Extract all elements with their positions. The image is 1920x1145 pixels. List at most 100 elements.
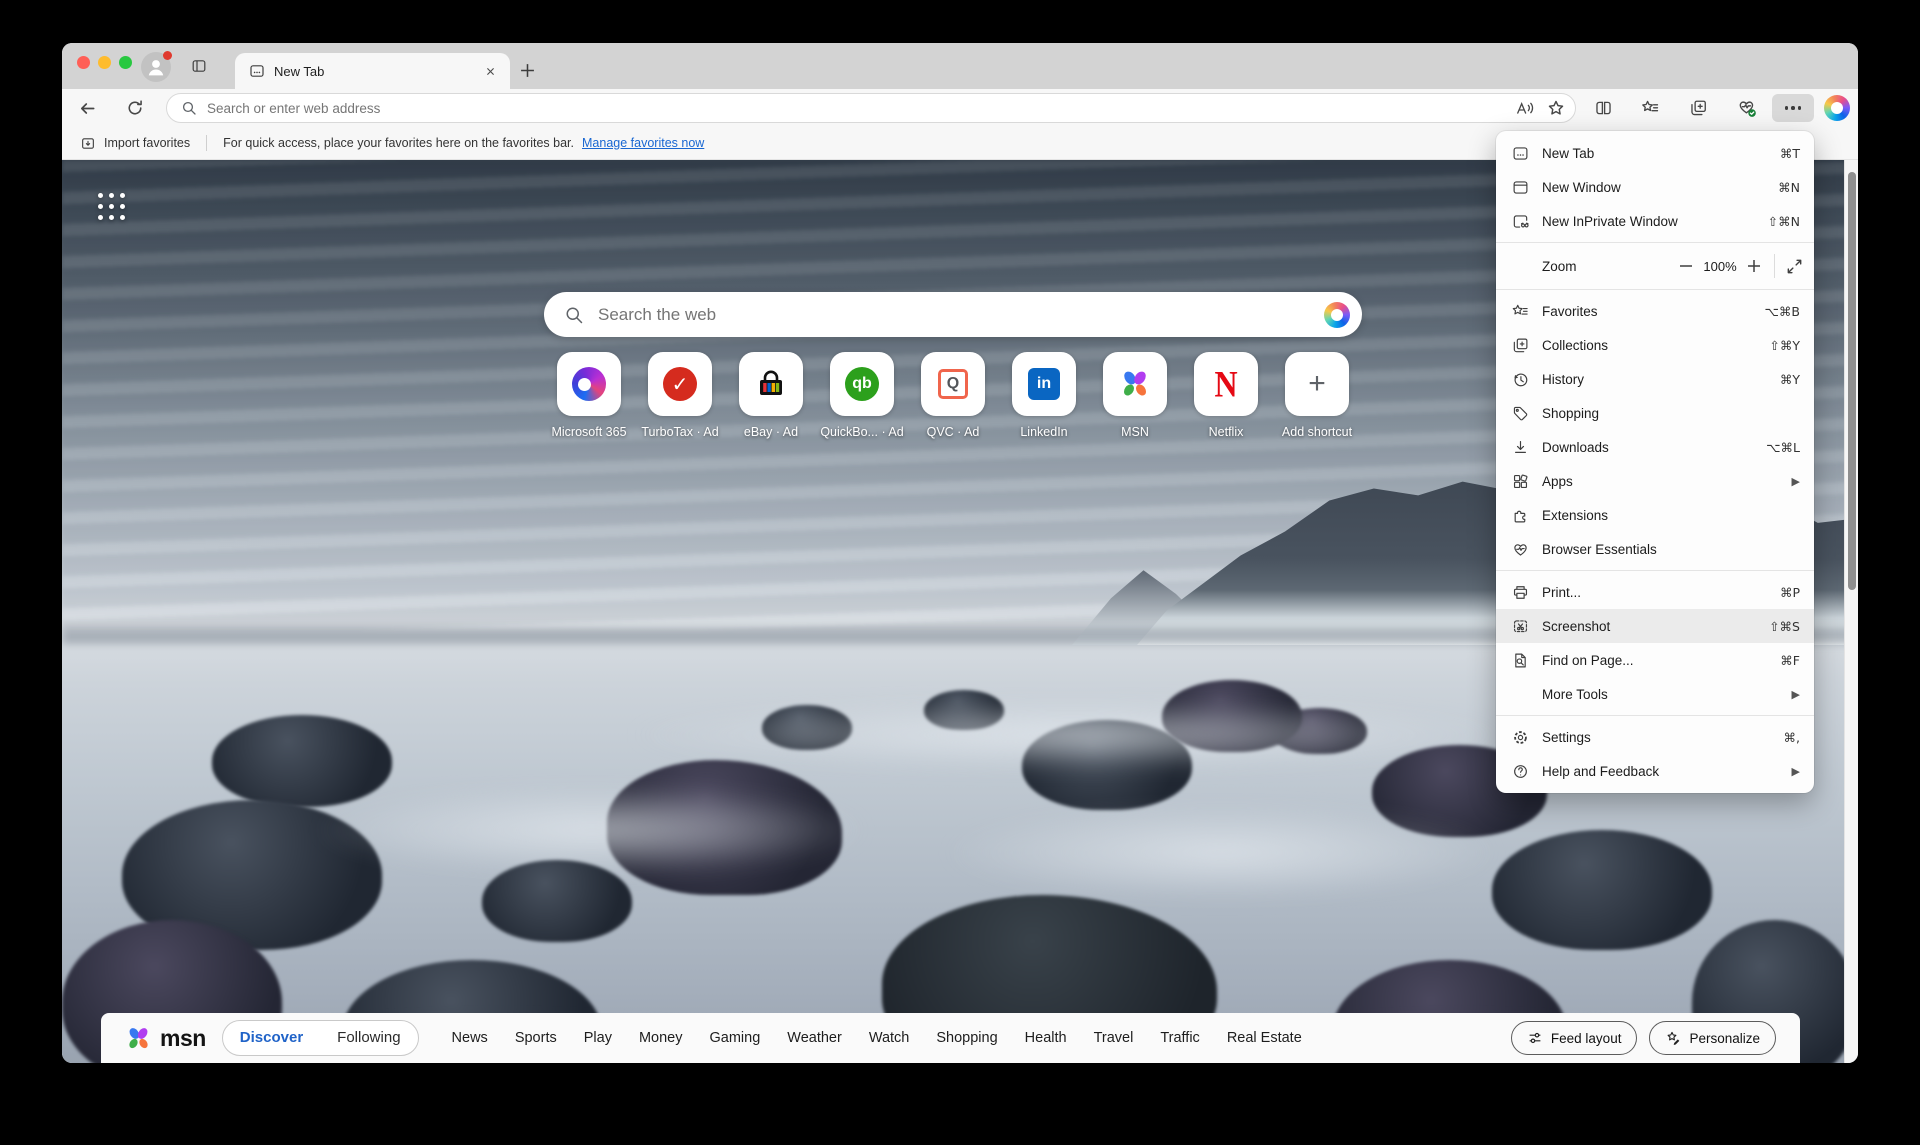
history-icon: [1511, 371, 1529, 388]
address-input[interactable]: [207, 101, 1515, 116]
menu-item-browser-essentials[interactable]: Browser Essentials: [1496, 532, 1814, 566]
shortcut-quickbooks[interactable]: qb QuickBo... · Ad: [830, 352, 894, 439]
copilot-icon[interactable]: [1824, 95, 1850, 121]
shortcut-turbotax[interactable]: ✓ TurboTax · Ad: [648, 352, 712, 439]
nav-watch[interactable]: Watch: [869, 1030, 910, 1046]
menu-item-label: Extensions: [1542, 508, 1800, 523]
feed-layout-button[interactable]: Feed layout: [1511, 1021, 1638, 1055]
menu-item-shortcut: ⇧⌘S: [1769, 619, 1800, 634]
qvc-icon: Q: [938, 369, 968, 399]
menu-item-label: Downloads: [1542, 440, 1766, 455]
menu-item-shopping[interactable]: Shopping: [1496, 396, 1814, 430]
menu-item-help-and-feedback[interactable]: Help and Feedback ▶: [1496, 754, 1814, 788]
nav-news[interactable]: News: [452, 1030, 488, 1046]
menu-item-apps[interactable]: Apps ▶: [1496, 464, 1814, 498]
shortcut-label: eBay · Ad: [744, 425, 798, 439]
browser-essentials-icon[interactable]: [1735, 96, 1759, 120]
background-photo: [942, 805, 1502, 900]
nav-gaming[interactable]: Gaming: [709, 1030, 760, 1046]
menu-item-history[interactable]: History ⌘Y: [1496, 362, 1814, 396]
menu-item-label: Apps: [1542, 474, 1792, 489]
scrollbar[interactable]: [1844, 160, 1858, 1063]
nav-real-estate[interactable]: Real Estate: [1227, 1030, 1302, 1046]
close-icon: [485, 66, 496, 77]
menu-item-screenshot[interactable]: Screenshot ⇧⌘S: [1496, 609, 1814, 643]
shortcut-label: Microsoft 365: [551, 425, 626, 439]
menu-item-collections[interactable]: Collections ⇧⌘Y: [1496, 328, 1814, 362]
tab-close-button[interactable]: [480, 61, 500, 81]
extensions-icon: [1511, 507, 1529, 524]
shortcut-label: Add shortcut: [1282, 425, 1352, 439]
macos-close-button[interactable]: [77, 56, 90, 69]
nav-travel[interactable]: Travel: [1094, 1030, 1134, 1046]
favorites-icon[interactable]: [1638, 96, 1662, 120]
workspaces-icon[interactable]: [190, 58, 208, 74]
shopping-tag-icon: [1511, 405, 1529, 422]
web-search-input[interactable]: [598, 305, 1324, 325]
tab-new-tab[interactable]: New Tab: [235, 53, 510, 89]
add-favorite-icon[interactable]: [1547, 99, 1565, 117]
new-tab-button[interactable]: [518, 61, 537, 80]
tab-discover[interactable]: Discover: [223, 1021, 320, 1055]
manage-favorites-link[interactable]: Manage favorites now: [582, 136, 704, 150]
shortcut-microsoft-365[interactable]: Microsoft 365: [557, 352, 621, 439]
shortcut-linkedin[interactable]: in LinkedIn: [1012, 352, 1076, 439]
msn-logo[interactable]: msn: [125, 1025, 206, 1052]
shortcut-label: TurboTax · Ad: [641, 425, 718, 439]
scrollbar-thumb[interactable]: [1848, 172, 1856, 590]
menu-item-find-on-page[interactable]: Find on Page... ⌘F: [1496, 643, 1814, 677]
split-screen-icon[interactable]: [1591, 96, 1615, 120]
quick-links: Microsoft 365 ✓ TurboTax · Ad: [557, 352, 1349, 439]
import-favorites-label: Import favorites: [104, 136, 190, 150]
macos-minimize-button[interactable]: [98, 56, 111, 69]
refresh-button[interactable]: [123, 96, 147, 120]
menu-item-new-window[interactable]: New Window ⌘N: [1496, 170, 1814, 204]
shortcut-label: Netflix: [1209, 425, 1244, 439]
address-bar[interactable]: [166, 93, 1576, 123]
app-launcher-button[interactable]: [98, 193, 125, 220]
more-menu-button[interactable]: [1772, 94, 1814, 122]
nav-play[interactable]: Play: [584, 1030, 612, 1046]
shortcut-netflix[interactable]: N Netflix: [1194, 352, 1258, 439]
menu-item-shortcut: ⌘T: [1780, 146, 1800, 161]
feed-nav: News Sports Play Money Gaming Weather Wa…: [452, 1030, 1499, 1046]
menu-item-new-tab[interactable]: New Tab ⌘T: [1496, 136, 1814, 170]
fullscreen-button[interactable]: [1785, 257, 1804, 276]
menu-item-more-tools[interactable]: More Tools ▶: [1496, 677, 1814, 711]
shortcut-msn[interactable]: MSN: [1103, 352, 1167, 439]
help-icon: [1511, 763, 1529, 780]
macos-maximize-button[interactable]: [119, 56, 132, 69]
profile-avatar[interactable]: [141, 52, 171, 82]
personalize-button[interactable]: Personalize: [1649, 1021, 1776, 1055]
nav-money[interactable]: Money: [639, 1030, 683, 1046]
menu-item-extensions[interactable]: Extensions: [1496, 498, 1814, 532]
copilot-icon[interactable]: [1324, 302, 1350, 328]
apps-icon: [1511, 473, 1529, 490]
nav-sports[interactable]: Sports: [515, 1030, 557, 1046]
shortcut-ebay[interactable]: eBay · Ad: [739, 352, 803, 439]
web-search-bar[interactable]: [544, 292, 1362, 337]
collections-icon[interactable]: [1686, 96, 1710, 120]
zoom-out-button[interactable]: [1676, 256, 1696, 276]
back-button[interactable]: [75, 96, 99, 120]
menu-item-settings[interactable]: Settings ⌘,: [1496, 720, 1814, 754]
browser-more-menu: New Tab ⌘T New Window ⌘N New InPrivate W…: [1496, 131, 1814, 793]
shortcut-qvc[interactable]: Q QVC · Ad: [921, 352, 985, 439]
add-shortcut-button[interactable]: + Add shortcut: [1285, 352, 1349, 439]
screenshot-icon: [1511, 618, 1529, 635]
collections-icon: [1511, 337, 1529, 354]
import-favorites-button[interactable]: Import favorites: [80, 136, 190, 151]
nav-weather[interactable]: Weather: [787, 1030, 842, 1046]
nav-shopping[interactable]: Shopping: [936, 1030, 997, 1046]
new-window-icon: [1511, 179, 1529, 196]
nav-traffic[interactable]: Traffic: [1160, 1030, 1199, 1046]
tab-following[interactable]: Following: [320, 1021, 417, 1055]
nav-health[interactable]: Health: [1025, 1030, 1067, 1046]
menu-item-new-inprivate-window[interactable]: New InPrivate Window ⇧⌘N: [1496, 204, 1814, 238]
menu-divider: [1496, 289, 1814, 290]
menu-item-print[interactable]: Print... ⌘P: [1496, 575, 1814, 609]
menu-item-downloads[interactable]: Downloads ⌥⌘L: [1496, 430, 1814, 464]
zoom-in-button[interactable]: [1744, 256, 1764, 276]
read-aloud-icon[interactable]: [1515, 99, 1535, 117]
menu-item-favorites[interactable]: Favorites ⌥⌘B: [1496, 294, 1814, 328]
